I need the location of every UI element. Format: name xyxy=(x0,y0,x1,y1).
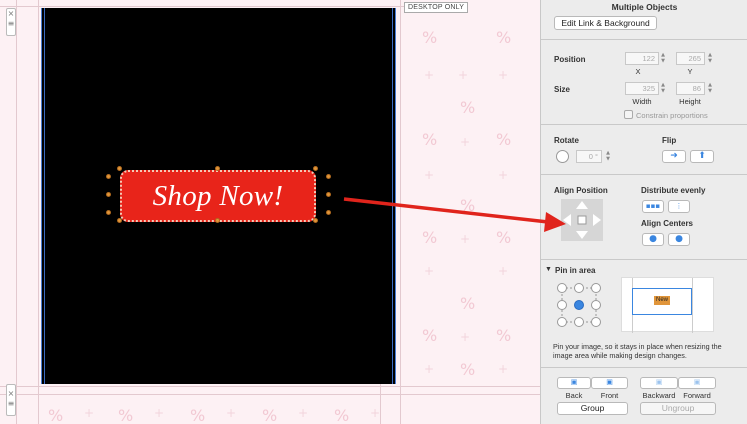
selection-handle[interactable] xyxy=(117,218,122,223)
group-button[interactable]: Group xyxy=(557,402,628,415)
close-icon[interactable]: × xyxy=(7,9,15,19)
selection-handle[interactable] xyxy=(313,218,318,223)
align-arrows-icon xyxy=(563,201,601,239)
selection-handle[interactable] xyxy=(106,192,111,197)
selection-handle[interactable] xyxy=(326,192,331,197)
pin-top-right[interactable] xyxy=(591,283,601,293)
pin-bottom-right[interactable] xyxy=(591,317,601,327)
bring-forward-button[interactable]: ▣ xyxy=(678,377,716,389)
layer-front-icon: ▣ xyxy=(606,379,613,386)
selection-handle[interactable] xyxy=(326,210,331,215)
guide-line xyxy=(16,0,17,424)
ungroup-button[interactable]: Ungroup xyxy=(640,402,716,415)
selection-handle[interactable] xyxy=(326,174,331,179)
pin-preview: New xyxy=(621,277,714,333)
bring-front-button[interactable]: ▣ xyxy=(591,377,628,389)
pin-top-center[interactable] xyxy=(574,283,584,293)
desktop-only-badge: DESKTOP ONLY xyxy=(404,2,469,13)
pin-top-left[interactable] xyxy=(557,283,567,293)
send-backward-button[interactable]: ▣ xyxy=(640,377,678,389)
drag-handle-icon[interactable]: ≡ xyxy=(7,19,15,29)
backward-label: Backward xyxy=(642,391,676,400)
design-canvas[interactable]: % + % + % + % + % + % + % + % + % + % + … xyxy=(0,0,540,424)
selection-handle[interactable] xyxy=(215,166,220,171)
guide-line xyxy=(400,0,401,424)
layer-backward-icon: ▣ xyxy=(655,379,663,386)
guide-line xyxy=(0,6,404,7)
pin-preview-badge: New xyxy=(654,296,670,305)
shop-now-button[interactable]: Shop Now! xyxy=(120,170,316,222)
selection-handle[interactable] xyxy=(313,166,318,171)
shop-now-text: Shop Now! xyxy=(152,179,284,212)
pin-center-selected[interactable] xyxy=(574,300,584,310)
selection-handle[interactable] xyxy=(117,166,122,171)
pin-bottom-center[interactable] xyxy=(574,317,584,327)
canvas-pattern-bottom: % + % + % + % + % + xyxy=(48,406,381,424)
pin-middle-left[interactable] xyxy=(557,300,567,310)
pin-middle-right[interactable] xyxy=(591,300,601,310)
selection-handle[interactable] xyxy=(215,218,220,223)
guide-line xyxy=(38,0,39,424)
selection-handle[interactable] xyxy=(106,174,111,179)
drag-handle-icon[interactable]: ≡ xyxy=(7,399,15,409)
pin-grid[interactable] xyxy=(557,283,601,327)
front-label: Front xyxy=(600,391,619,400)
forward-label: Forward xyxy=(683,391,711,400)
section-handle-top[interactable]: × ≡ xyxy=(6,8,16,36)
align-position-pad[interactable] xyxy=(561,199,603,241)
send-back-button[interactable]: ▣ xyxy=(557,377,591,389)
close-icon[interactable]: × xyxy=(7,389,15,399)
pin-bottom-left[interactable] xyxy=(557,317,567,327)
canvas-pattern: % + % + % + % + % + % + % + % + % + % + … xyxy=(422,28,512,379)
guide-line xyxy=(380,384,381,424)
guide-line xyxy=(0,394,540,395)
back-label: Back xyxy=(565,391,583,400)
selection-handle[interactable] xyxy=(106,210,111,215)
layer-back-icon: ▣ xyxy=(570,379,578,386)
section-handle-bottom[interactable]: × ≡ xyxy=(6,384,16,416)
guide-line xyxy=(0,386,540,387)
layer-forward-icon: ▣ xyxy=(693,379,701,386)
